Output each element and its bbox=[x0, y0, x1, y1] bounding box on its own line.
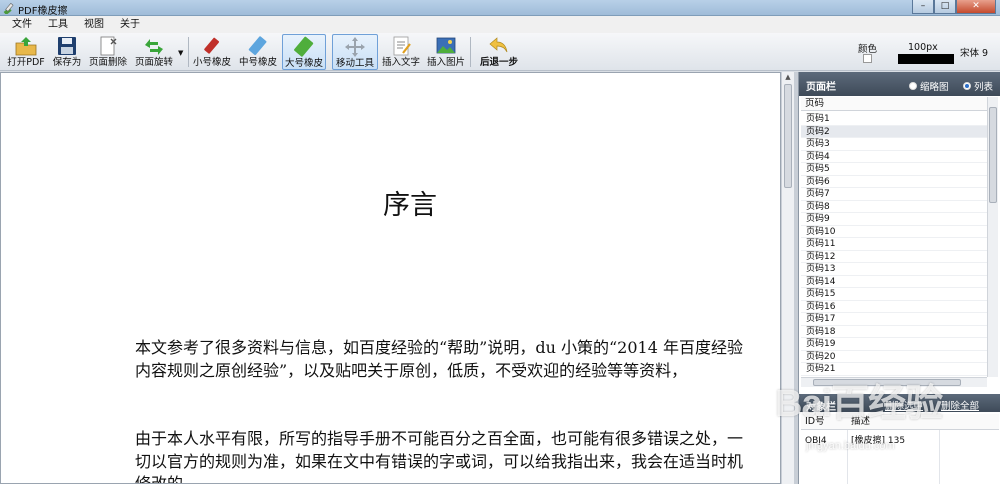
insert-text-icon bbox=[393, 36, 411, 56]
medium-eraser-label: 中号橡皮 bbox=[238, 57, 277, 68]
minimize-button[interactable]: – bbox=[912, 0, 934, 14]
move-tool-button[interactable]: 移动工具 bbox=[332, 34, 378, 70]
insert-image-button[interactable]: 插入图片 bbox=[426, 34, 466, 70]
list-item[interactable]: 页码18 bbox=[801, 326, 987, 338]
page-list-vertical-scrollbar[interactable] bbox=[987, 97, 998, 377]
open-folder-icon bbox=[15, 37, 37, 56]
small-eraser-button[interactable]: 小号橡皮 bbox=[191, 34, 233, 70]
large-eraser-label: 大号橡皮 bbox=[284, 58, 323, 69]
list-item[interactable]: 页码20 bbox=[801, 351, 987, 363]
undo-arrow-icon bbox=[489, 37, 508, 53]
color-swatch[interactable] bbox=[863, 54, 872, 63]
list-item[interactable]: 页码14 bbox=[801, 276, 987, 288]
list-item[interactable]: 页码4 bbox=[801, 151, 987, 163]
list-item[interactable]: 页码13 bbox=[801, 263, 987, 276]
menu-file[interactable]: 文件 bbox=[4, 16, 40, 33]
baidu-watermark-url: jingyan.baidu.com bbox=[806, 440, 895, 452]
list-view-label: 列表 bbox=[974, 82, 994, 93]
title-bar: PDF橡皮擦 – □ ✕ bbox=[0, 0, 1000, 17]
list-item[interactable]: 页码19 bbox=[801, 338, 987, 351]
delete-page-icon bbox=[100, 36, 117, 56]
document-canvas[interactable]: 序言 本文参考了很多资料与信息，如百度经验的“帮助”说明，du 小策的“2014… bbox=[0, 72, 781, 484]
toolbar: 打开PDF 保存为 页面删除 页面旋转 ▼ 小号橡皮 中号橡皮 大号橡皮 移动工… bbox=[0, 33, 1000, 71]
list-item[interactable]: 页码10 bbox=[801, 226, 987, 238]
insert-text-label: 插入文字 bbox=[381, 57, 420, 68]
thumbnail-view-label: 缩略图 bbox=[920, 82, 949, 93]
undo-label: 后退一步 bbox=[479, 57, 518, 68]
list-item[interactable]: 页码1 bbox=[801, 113, 987, 126]
app-logo-icon bbox=[3, 2, 14, 14]
table-grid-line bbox=[939, 430, 940, 484]
close-button[interactable]: ✕ bbox=[956, 0, 996, 14]
window-title: PDF橡皮擦 bbox=[18, 6, 68, 17]
small-eraser-label: 小号橡皮 bbox=[192, 57, 231, 68]
window-controls: – □ ✕ bbox=[912, 0, 996, 15]
rotate-page-button[interactable]: 页面旋转 bbox=[133, 34, 175, 70]
list-item[interactable]: 页码8 bbox=[801, 201, 987, 213]
list-view-radio[interactable]: 列表 bbox=[963, 79, 993, 93]
list-item[interactable]: 页码16 bbox=[801, 301, 987, 313]
save-as-button[interactable]: 保存为 bbox=[50, 34, 84, 70]
list-item[interactable]: 页码2 bbox=[801, 125, 987, 138]
open-pdf-label: 打开PDF bbox=[7, 57, 45, 68]
document-paragraph: 本文参考了很多资料与信息，如百度经验的“帮助”说明，du 小策的“2014 年百… bbox=[135, 338, 743, 380]
open-pdf-button[interactable]: 打开PDF bbox=[6, 34, 46, 70]
small-eraser-icon bbox=[204, 37, 220, 54]
save-as-label: 保存为 bbox=[52, 57, 82, 68]
medium-eraser-button[interactable]: 中号橡皮 bbox=[237, 34, 279, 70]
list-item[interactable]: 页码6 bbox=[801, 176, 987, 188]
menu-view[interactable]: 视图 bbox=[76, 16, 112, 33]
toolbar-separator bbox=[470, 37, 471, 67]
insert-text-button[interactable]: 插入文字 bbox=[381, 34, 421, 70]
list-item[interactable]: 页码12 bbox=[801, 251, 987, 263]
eraser-width-label: 100px bbox=[908, 42, 938, 53]
page-panel-title: 页面栏 bbox=[806, 82, 836, 93]
page-list[interactable]: 页码1 页码2 页码3 页码4 页码5 页码6 页码7 页码8 页码9 页码10 页码11 页码12 页… bbox=[801, 113, 987, 377]
list-item[interactable]: 页码5 bbox=[801, 163, 987, 176]
document-scroll-thumb[interactable] bbox=[784, 84, 792, 188]
list-item[interactable]: 页码3 bbox=[801, 138, 987, 151]
radio-selected-icon bbox=[963, 82, 971, 90]
page-list-scroll-thumb[interactable] bbox=[989, 107, 997, 203]
insert-image-icon bbox=[436, 37, 456, 54]
list-item[interactable]: 页码7 bbox=[801, 188, 987, 201]
menu-about[interactable]: 关于 bbox=[112, 16, 148, 33]
large-eraser-icon bbox=[294, 36, 314, 57]
document-heading: 序言 bbox=[383, 190, 437, 221]
move-tool-label: 移动工具 bbox=[335, 58, 374, 69]
menu-bar: 文件 工具 视图 关于 bbox=[0, 16, 1000, 33]
delete-page-button[interactable]: 页面删除 bbox=[88, 34, 128, 70]
floppy-disk-icon bbox=[58, 37, 76, 55]
rotate-page-icon bbox=[145, 39, 163, 55]
move-arrows-icon bbox=[345, 37, 365, 57]
medium-eraser-icon bbox=[248, 36, 267, 56]
menu-tools[interactable]: 工具 bbox=[40, 16, 76, 33]
delete-all-link[interactable]: 删除全部 bbox=[941, 398, 979, 412]
color-label: 颜色 bbox=[858, 44, 878, 55]
baidu-watermark-logo: Bai百经验 bbox=[775, 383, 943, 425]
radio-icon bbox=[909, 82, 917, 90]
rotate-dropdown-arrow-icon[interactable]: ▼ bbox=[178, 49, 183, 57]
table-grid-line bbox=[847, 430, 848, 484]
thumbnail-view-radio[interactable]: 缩略图 bbox=[909, 79, 949, 93]
maximize-button[interactable]: □ bbox=[934, 0, 956, 14]
font-selector[interactable]: 宋体 9 bbox=[960, 45, 988, 59]
undo-button[interactable]: 后退一步 bbox=[476, 34, 522, 70]
document-paragraph: 由于本人水平有限，所写的指导手册不可能百分之百全面，也可能有很多错误之处，一切以… bbox=[135, 429, 744, 484]
delete-page-label: 页面删除 bbox=[88, 57, 127, 68]
toolbar-separator bbox=[188, 37, 189, 67]
rotate-page-label: 页面旋转 bbox=[134, 57, 173, 68]
eraser-width-preview[interactable] bbox=[898, 54, 954, 64]
list-item[interactable]: 页码15 bbox=[801, 288, 987, 301]
scroll-up-arrow-icon[interactable]: ▲ bbox=[784, 73, 792, 81]
list-item[interactable]: 页码11 bbox=[801, 238, 987, 251]
large-eraser-button[interactable]: 大号橡皮 bbox=[282, 34, 326, 70]
insert-image-label: 插入图片 bbox=[426, 57, 465, 68]
list-item[interactable]: 页码17 bbox=[801, 313, 987, 326]
list-item[interactable]: 页码9 bbox=[801, 213, 987, 226]
page-list-column-header[interactable]: 页码 bbox=[801, 97, 987, 111]
page-panel-header: 页面栏 缩略图 列表 bbox=[799, 72, 1000, 96]
